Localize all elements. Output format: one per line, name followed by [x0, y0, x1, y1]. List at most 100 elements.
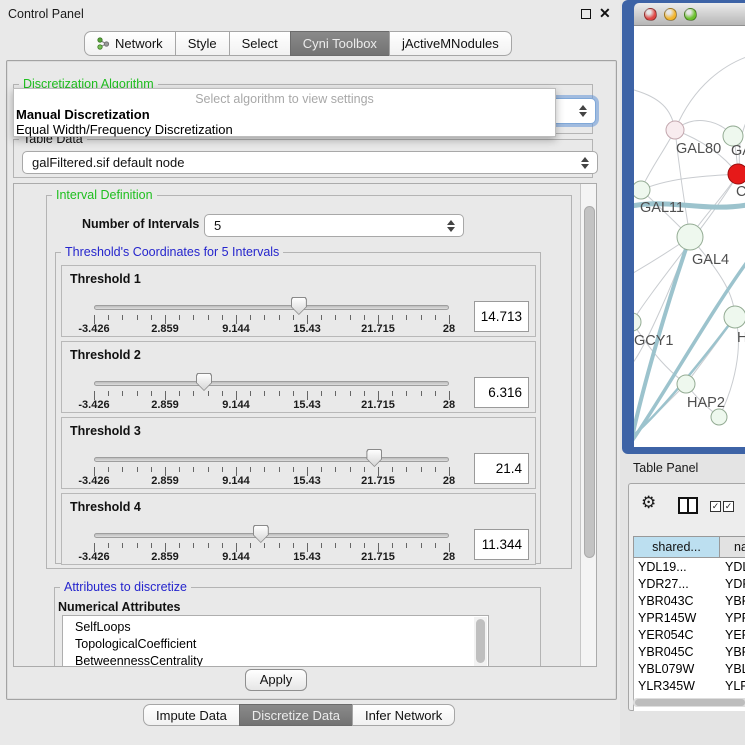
tick-mark — [279, 467, 280, 472]
table-row[interactable]: YPR145WYPR1 — [634, 609, 745, 626]
network-window: GAL80GACGAL11GAL4GCY1HHAP2 — [622, 0, 745, 454]
GAL4-node[interactable] — [677, 224, 703, 250]
right-node[interactable] — [724, 306, 745, 328]
tick-mark — [193, 543, 194, 548]
tab-discretize-data[interactable]: Discretize Data — [239, 704, 353, 726]
checkbox-icon[interactable]: ✓ — [710, 501, 721, 512]
network-edge[interactable] — [675, 56, 745, 130]
network-edge-thick[interactable] — [634, 258, 745, 444]
threshold-value-field[interactable]: 14.713 — [474, 301, 529, 332]
table-row[interactable]: YER054CYER0 — [634, 626, 745, 643]
tab-style[interactable]: Style — [175, 31, 230, 56]
bottom-node[interactable] — [711, 409, 727, 425]
tab-select-label: Select — [242, 36, 278, 51]
tick-mark — [321, 543, 322, 548]
menu-item-equal-width-frequency[interactable]: Equal Width/Frequency Discretization — [16, 122, 233, 137]
threshold-panel-1: Threshold 1-3.4262.8599.14415.4321.71528… — [61, 265, 536, 337]
zoom-traffic-light[interactable] — [684, 8, 697, 21]
interval-definition-group: Interval Definition Number of Intervals … — [46, 195, 572, 569]
float-window-icon[interactable] — [581, 9, 591, 19]
attributes-scrollbar[interactable] — [474, 617, 487, 667]
GAL80-node[interactable] — [666, 121, 684, 139]
column-header-shared[interactable]: shared... — [633, 536, 720, 558]
table-row[interactable]: YBR045CYBR0 — [634, 643, 745, 660]
close-icon[interactable]: ✕ — [599, 5, 611, 22]
slider-thumb[interactable] — [291, 297, 307, 315]
threshold-value-field[interactable]: 21.4 — [474, 453, 529, 484]
network-edge[interactable] — [690, 237, 735, 317]
GAL11-node[interactable] — [634, 181, 650, 199]
slider-track[interactable] — [94, 457, 449, 462]
scrollbar-thumb[interactable] — [584, 206, 595, 558]
tick-label: 2.859 — [135, 551, 195, 563]
slider-thumb[interactable] — [253, 525, 269, 543]
slider-thumb[interactable] — [196, 373, 212, 391]
tick-label: -3.426 — [64, 551, 124, 563]
HAP2-node[interactable] — [677, 375, 695, 393]
threshold-value-field[interactable]: 6.316 — [474, 377, 529, 408]
close-traffic-light[interactable] — [644, 8, 657, 21]
tick-mark — [335, 467, 336, 472]
tick-mark — [250, 467, 251, 472]
tab-cyni-toolbox[interactable]: Cyni Toolbox — [290, 31, 390, 56]
table-row[interactable]: YBL079WYBL0 — [634, 660, 745, 677]
tick-mark — [208, 467, 209, 472]
tick-mark — [193, 467, 194, 472]
tick-mark — [122, 467, 123, 472]
tick-mark — [321, 467, 322, 472]
table-row[interactable]: YBR043CYBR0 — [634, 592, 745, 609]
tick-mark — [250, 315, 251, 320]
tick-label: 9.144 — [206, 399, 266, 411]
GCY1-node[interactable] — [634, 313, 641, 331]
threshold-value-field[interactable]: 11.344 — [474, 529, 529, 560]
number-of-intervals-combobox[interactable]: 5 — [204, 214, 464, 237]
table-horizontal-scrollbar[interactable] — [633, 698, 745, 707]
slider-track[interactable] — [94, 533, 449, 538]
slider-track[interactable] — [94, 305, 449, 310]
tick-mark — [179, 315, 180, 320]
tab-select[interactable]: Select — [229, 31, 291, 56]
split-columns-icon[interactable] — [678, 497, 698, 514]
cell-shared-name: YBR043C — [634, 594, 721, 608]
tab-network[interactable]: Network — [84, 31, 176, 56]
network-edge[interactable] — [641, 174, 738, 190]
scrollbar-thumb[interactable] — [635, 699, 745, 706]
attribute-list-item[interactable]: SelfLoops — [63, 619, 488, 636]
attribute-list-item[interactable]: TopologicalCoefficient — [63, 636, 488, 653]
apply-button[interactable]: Apply — [245, 669, 307, 691]
network-window-titlebar[interactable] — [634, 3, 745, 26]
tick-mark — [122, 315, 123, 320]
thresholds-group-title: Threshold's Coordinates for 5 Intervals — [61, 245, 283, 259]
attribute-list-item[interactable]: BetweennessCentrality — [63, 653, 488, 667]
bottom-tab-bar: Impute Data Discretize Data Infer Networ… — [143, 704, 455, 726]
node-label: GCY1 — [634, 333, 674, 349]
combo-stepper-icon — [581, 157, 589, 169]
table-row[interactable]: YLR345WYLR3 — [634, 677, 745, 694]
checkbox-icon[interactable]: ✓ — [723, 501, 734, 512]
gear-icon[interactable]: ⚙ — [641, 493, 656, 513]
column-header-name[interactable]: name — [720, 536, 745, 558]
red-node[interactable] — [728, 164, 745, 184]
slider-track[interactable] — [94, 381, 449, 386]
tab-impute-data-label: Impute Data — [156, 708, 227, 723]
threshold-label: Threshold 2 — [70, 348, 141, 362]
tab-infer-network[interactable]: Infer Network — [352, 704, 455, 726]
table-row[interactable]: YDR27...YDR2 — [634, 575, 745, 592]
settings-vertical-scrollbar[interactable] — [580, 184, 597, 667]
tick-mark — [421, 391, 422, 396]
tick-mark — [335, 543, 336, 548]
tick-label: 9.144 — [206, 551, 266, 563]
tab-network-label: Network — [115, 36, 163, 51]
table-row[interactable]: YDL19...YDL1 — [634, 558, 745, 575]
tab-jactivemnodules[interactable]: jActiveMNodules — [389, 31, 512, 56]
network-canvas[interactable]: GAL80GACGAL11GAL4GCY1HHAP2 — [634, 26, 745, 447]
cell-shared-name: YDL19... — [634, 560, 721, 574]
numerical-attributes-label: Numerical Attributes — [58, 600, 180, 614]
minimize-traffic-light[interactable] — [664, 8, 677, 21]
menu-item-manual-discretization[interactable]: Manual Discretization — [16, 107, 150, 122]
table-data-combobox[interactable]: galFiltered.sif default node — [22, 151, 598, 174]
tick-mark — [222, 467, 223, 472]
tab-impute-data[interactable]: Impute Data — [143, 704, 240, 726]
slider-thumb[interactable] — [366, 449, 382, 467]
tick-mark — [108, 315, 109, 320]
